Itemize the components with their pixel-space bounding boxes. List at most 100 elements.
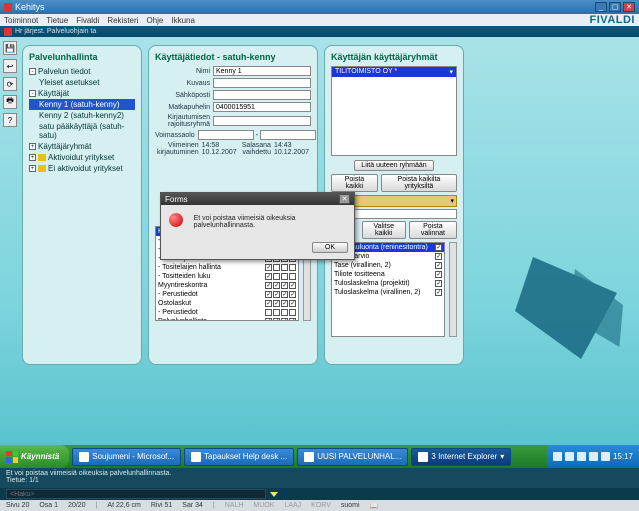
permission-checkbox[interactable]: [289, 291, 296, 298]
permission-checkbox[interactable]: [281, 264, 288, 271]
menu-tietue[interactable]: Tietue: [46, 16, 68, 25]
taskbar-task[interactable]: Soujumeni - Microsof...: [72, 448, 181, 466]
tool-print-icon[interactable]: 🖶: [3, 95, 17, 109]
expand-icon[interactable]: +: [29, 154, 36, 161]
tree-node[interactable]: +Aktivoidut yritykset: [29, 152, 135, 163]
permission-checkbox[interactable]: [289, 264, 296, 271]
report-checkbox[interactable]: [435, 253, 442, 260]
tray-icon[interactable]: [553, 452, 562, 461]
permission-checkbox[interactable]: [281, 309, 288, 316]
minimize-button[interactable]: _: [595, 2, 607, 12]
permission-checkbox[interactable]: [273, 300, 280, 307]
btn-add-to-group[interactable]: Liitä uuteen ryhmään: [354, 160, 433, 171]
permission-checkbox[interactable]: [273, 291, 280, 298]
permission-checkbox[interactable]: [289, 318, 296, 321]
permission-checkbox[interactable]: [281, 300, 288, 307]
btn-remove-all[interactable]: Poista kaikki: [331, 174, 378, 192]
tree-node[interactable]: +Käyttäjäryhmät: [29, 141, 135, 152]
permission-checkbox[interactable]: [289, 282, 296, 289]
report-row[interactable]: Tuloslaskelma (virallinen, 2): [332, 288, 444, 297]
tree-node[interactable]: -Käyttäjät: [29, 88, 135, 99]
menu-fivaldi[interactable]: Fivaldi: [76, 16, 99, 25]
report-row[interactable]: Tiliote tositteena: [332, 270, 444, 279]
permission-row[interactable]: Ostolaskut: [156, 299, 298, 308]
permission-checkbox[interactable]: [265, 291, 272, 298]
permission-checkbox[interactable]: [265, 300, 272, 307]
menu-ikkuna[interactable]: Ikkuna: [171, 16, 195, 25]
permission-checkbox[interactable]: [289, 273, 296, 280]
tree-node[interactable]: +Ei aktivoidut yritykset: [29, 163, 135, 174]
permission-checkbox[interactable]: [273, 264, 280, 271]
input-nimi[interactable]: [213, 66, 311, 76]
btn-clear-selection[interactable]: Poista valinnat: [409, 221, 457, 239]
scrollbar-right[interactable]: [449, 242, 457, 337]
search-input[interactable]: [6, 489, 266, 499]
tool-refresh-icon[interactable]: ⟳: [3, 77, 17, 91]
expand-icon[interactable]: -: [29, 90, 36, 97]
expand-icon[interactable]: +: [29, 165, 36, 172]
permission-row[interactable]: Palvelunhallinta: [156, 317, 298, 321]
input-matka[interactable]: [213, 102, 311, 112]
permission-row[interactable]: - Tositteiden luku: [156, 272, 298, 281]
tree-node[interactable]: satu pääkäyttäjä (satuh-satu): [29, 121, 135, 141]
permission-checkbox[interactable]: [265, 273, 272, 280]
tray-icon[interactable]: [565, 452, 574, 461]
dialog-ok-button[interactable]: OK: [312, 242, 348, 253]
permission-checkbox[interactable]: [273, 318, 280, 321]
report-row[interactable]: Tase (virallinen, 2): [332, 261, 444, 270]
dialog-titlebar[interactable]: Forms ✕: [161, 193, 354, 205]
tree-node[interactable]: Kenny 2 (satuh-kenny2): [29, 110, 135, 121]
input-sposti[interactable]: [213, 90, 311, 100]
permission-row[interactable]: - Tositelaijen hallinta: [156, 263, 298, 272]
tree-node[interactable]: Kenny 1 (satuh-kenny): [29, 99, 135, 110]
tool-exit-icon[interactable]: ↩: [3, 59, 17, 73]
input-kirj[interactable]: [213, 116, 311, 126]
permission-row[interactable]: Myyntireskontra: [156, 281, 298, 290]
btn-select-all[interactable]: Valitse kaikki: [362, 221, 406, 239]
input-kuvaus[interactable]: [213, 78, 311, 88]
close-button[interactable]: ✕: [623, 2, 635, 12]
permission-checkbox[interactable]: [265, 309, 272, 316]
group-listbox[interactable]: TILITOIMISTO OY *▾: [331, 66, 457, 156]
start-button[interactable]: Käynnistä: [0, 445, 69, 468]
report-checkbox[interactable]: [435, 262, 442, 269]
taskbar-task[interactable]: UUSI PALVELUNHAL...: [297, 448, 408, 466]
permission-checkbox[interactable]: [273, 282, 280, 289]
permission-checkbox[interactable]: [273, 273, 280, 280]
report-checkbox[interactable]: [435, 289, 442, 296]
permission-row[interactable]: - Perustiedot: [156, 308, 298, 317]
tool-save-icon[interactable]: 💾: [3, 41, 17, 55]
permission-checkbox[interactable]: [265, 282, 272, 289]
tray-icon[interactable]: [601, 452, 610, 461]
menu-toiminnot[interactable]: Toiminnot: [4, 16, 38, 25]
report-row[interactable]: Tuloslaskelma (projektit): [332, 279, 444, 288]
maximize-button[interactable]: ▢: [609, 2, 621, 12]
input-voim-to[interactable]: [260, 130, 316, 140]
menu-rekisteri[interactable]: Rekisteri: [107, 16, 138, 25]
permission-checkbox[interactable]: [265, 318, 272, 321]
taskbar-task[interactable]: 3 Internet Explorer ▾: [411, 448, 511, 466]
tray-icon[interactable]: [589, 452, 598, 461]
search-dropdown-icon[interactable]: [270, 492, 278, 497]
dialog-close-icon[interactable]: ✕: [339, 194, 350, 204]
report-checkbox[interactable]: [435, 271, 442, 278]
permission-checkbox[interactable]: [273, 309, 280, 316]
tool-help-icon[interactable]: ?: [3, 113, 17, 127]
permission-checkbox[interactable]: [289, 309, 296, 316]
permission-checkbox[interactable]: [281, 282, 288, 289]
tree-node[interactable]: -Palvelun tiedot: [29, 66, 135, 77]
menu-ohje[interactable]: Ohje: [146, 16, 163, 25]
permission-checkbox[interactable]: [281, 291, 288, 298]
tree-node[interactable]: Yleiset asetukset: [29, 77, 135, 88]
expand-icon[interactable]: +: [29, 143, 36, 150]
taskbar-task[interactable]: Tapaukset Help desk ...: [184, 448, 294, 466]
input-voim-from[interactable]: [198, 130, 254, 140]
permission-checkbox[interactable]: [265, 264, 272, 271]
tray-icon[interactable]: [577, 452, 586, 461]
dropdown-icon[interactable]: ▾: [449, 68, 453, 76]
report-checkbox[interactable]: [435, 244, 442, 251]
book-icon[interactable]: 📖: [370, 502, 379, 510]
report-checkbox[interactable]: [435, 280, 442, 287]
permission-checkbox[interactable]: [281, 318, 288, 321]
permission-checkbox[interactable]: [289, 300, 296, 307]
